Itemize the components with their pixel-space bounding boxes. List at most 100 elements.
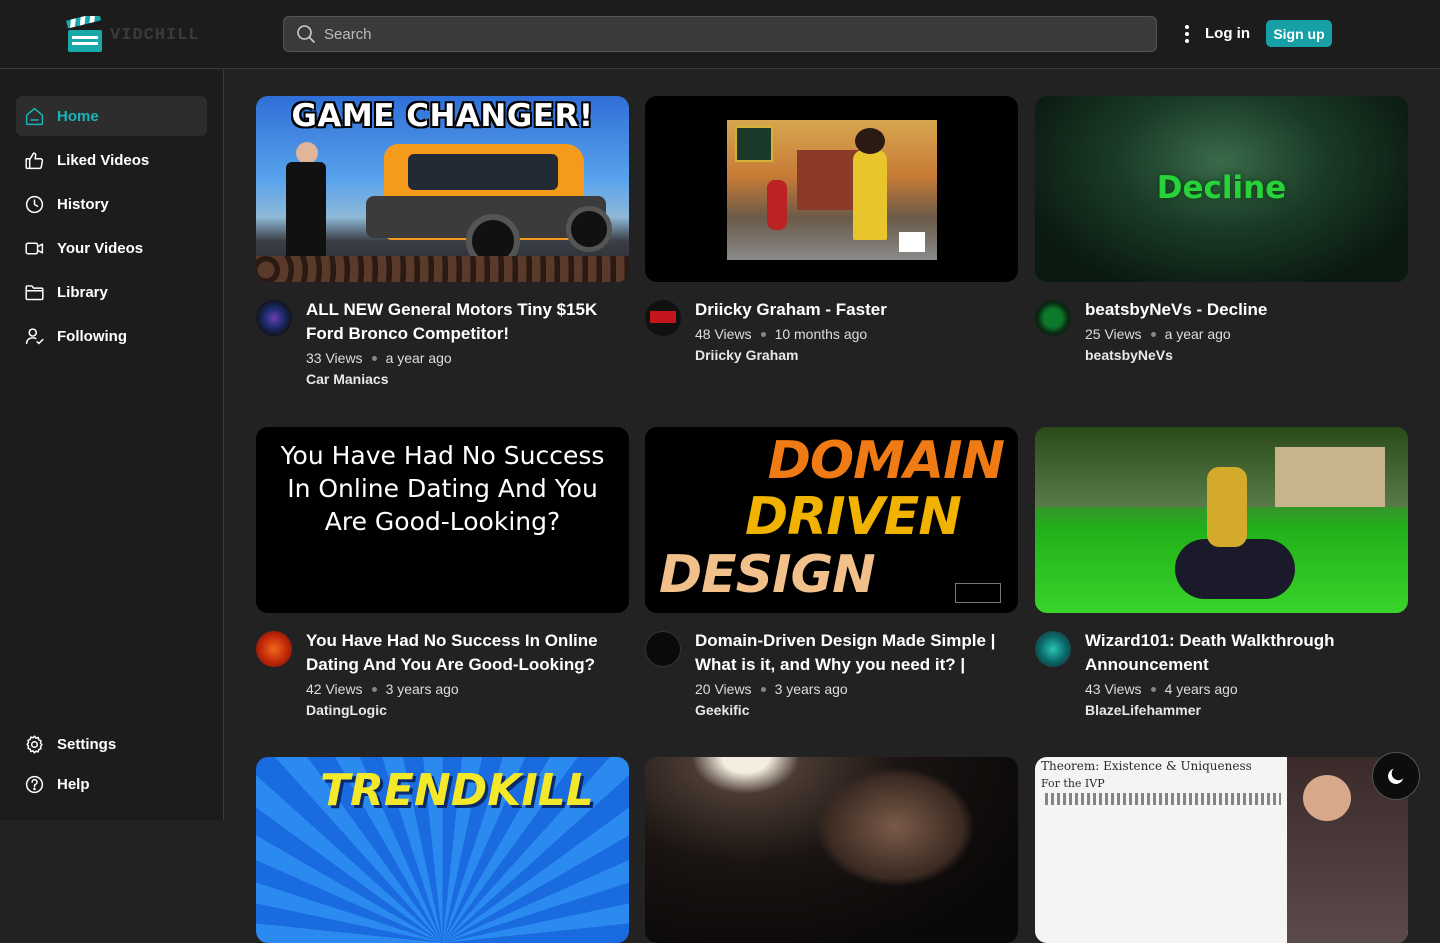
- video-meta: Domain-Driven Design Made Simple | What …: [645, 629, 1018, 718]
- search-input[interactable]: [324, 25, 1124, 43]
- video-stats: 43 Views 4 years ago: [1085, 681, 1408, 697]
- channel-name[interactable]: Car Maniacs: [306, 371, 629, 387]
- album-cover: [727, 120, 937, 260]
- video-card[interactable]: You Have Had No Success In Online Dating…: [256, 427, 629, 718]
- video-stats: 48 Views 10 months ago: [695, 326, 1018, 342]
- sidebar-item-label: Liked Videos: [57, 151, 150, 169]
- video-title[interactable]: beatsbyNeVs - Decline: [1085, 298, 1408, 322]
- video-card[interactable]: GAME CHANGER! ALL NEW General Motors Tin…: [256, 96, 629, 387]
- channel-name[interactable]: Driicky Graham: [695, 347, 1018, 363]
- channel-watermark: [955, 583, 1001, 603]
- thumbnail-caption: TRENDKILL: [320, 765, 594, 816]
- separator-dot: [760, 686, 766, 692]
- sidebar-item-your-videos[interactable]: Your Videos: [16, 228, 207, 268]
- sidebar-item-library[interactable]: Library: [16, 272, 207, 312]
- sidebar-item-label: Your Videos: [57, 239, 144, 257]
- separator-dot: [760, 331, 766, 337]
- video-thumbnail[interactable]: [645, 96, 1018, 282]
- channel-avatar[interactable]: [1035, 300, 1071, 336]
- sidebar-item-liked-videos[interactable]: Liked Videos: [16, 140, 207, 180]
- channel-avatar[interactable]: [645, 300, 681, 336]
- logo[interactable]: VIDCHILL: [66, 12, 200, 54]
- sidebar-item-label: Library: [57, 283, 108, 301]
- thumbnail-caption: You Have Had No Success In Online Dating…: [280, 441, 605, 536]
- upload-age: 3 years ago: [774, 681, 848, 697]
- separator-dot: [1150, 686, 1156, 692]
- signup-button[interactable]: Sign up: [1266, 20, 1332, 47]
- video-thumbnail[interactable]: TRENDKILL: [256, 757, 629, 943]
- more-options-icon[interactable]: [1178, 24, 1196, 44]
- thumbnail-subcaption: For the IVP: [1041, 777, 1105, 790]
- video-stats: 33 Views a year ago: [306, 350, 629, 366]
- gear-icon: [26, 734, 43, 754]
- sidebar-item-home[interactable]: Home: [16, 96, 207, 136]
- sidebar-item-settings[interactable]: Settings: [16, 724, 207, 764]
- moon-icon: [1388, 768, 1404, 784]
- video-title[interactable]: You Have Had No Success In Online Dating…: [306, 629, 629, 677]
- video-meta: beatsbyNeVs - Decline 25 Views a year ago…: [1035, 298, 1408, 363]
- video-meta: Wizard101: Death Walkthrough Announcemen…: [1035, 629, 1408, 718]
- video-title[interactable]: Wizard101: Death Walkthrough Announcemen…: [1085, 629, 1408, 677]
- channel-avatar[interactable]: [1035, 631, 1071, 667]
- separator-dot: [371, 355, 377, 361]
- channel-name[interactable]: DatingLogic: [306, 702, 629, 718]
- view-count: 43 Views: [1085, 681, 1142, 697]
- video-title[interactable]: Domain-Driven Design Made Simple | What …: [695, 629, 1018, 677]
- channel-name[interactable]: BlazeLifehammer: [1085, 702, 1408, 718]
- search-bar[interactable]: [283, 16, 1157, 52]
- sidebar-item-following[interactable]: Following: [16, 316, 207, 356]
- thumbnail-caption-line: DRIVEN: [745, 487, 962, 547]
- video-card[interactable]: Theorem: Existence & Uniqueness For the …: [1035, 757, 1408, 943]
- video-card[interactable]: DOMAIN DRIVEN DESIGN Domain-Driven Desig…: [645, 427, 1018, 718]
- video-title[interactable]: ALL NEW General Motors Tiny $15K Ford Br…: [306, 298, 629, 346]
- sidebar-item-history[interactable]: History: [16, 184, 207, 224]
- video-card[interactable]: Driicky Graham - Faster 48 Views 10 month…: [645, 96, 1018, 363]
- video-thumbnail[interactable]: You Have Had No Success In Online Dating…: [256, 427, 629, 613]
- search-icon: [297, 25, 315, 43]
- video-title[interactable]: Driicky Graham - Faster: [695, 298, 1018, 322]
- upload-age: a year ago: [385, 350, 452, 366]
- user-check-icon: [25, 327, 44, 345]
- video-card[interactable]: Wizard101: Death Walkthrough Announcemen…: [1035, 427, 1408, 718]
- thumbnail-caption: GAME CHANGER!: [291, 98, 594, 134]
- video-card[interactable]: [645, 757, 1018, 943]
- channel-name[interactable]: beatsbyNeVs: [1085, 347, 1408, 363]
- channel-name[interactable]: Geekific: [695, 702, 1018, 718]
- folder-icon: [25, 284, 44, 300]
- channel-avatar[interactable]: [256, 300, 292, 336]
- channel-avatar[interactable]: [256, 631, 292, 667]
- view-count: 25 Views: [1085, 326, 1142, 342]
- video-stats: 42 Views 3 years ago: [306, 681, 629, 697]
- video-thumbnail[interactable]: Decline: [1035, 96, 1408, 282]
- top-header: VIDCHILL Log in Sign up: [0, 0, 1440, 69]
- help-icon: [25, 775, 44, 793]
- sidebar-item-help[interactable]: Help: [16, 764, 207, 804]
- video-thumbnail[interactable]: [645, 757, 1018, 943]
- video-meta: Driicky Graham - Faster 48 Views 10 month…: [645, 298, 1018, 363]
- clapperboard-icon: [66, 12, 104, 54]
- video-card[interactable]: Decline beatsbyNeVs - Decline 25 Views a …: [1035, 96, 1408, 363]
- video-thumbnail[interactable]: DOMAIN DRIVEN DESIGN: [645, 427, 1018, 613]
- upload-age: 10 months ago: [774, 326, 868, 342]
- view-count: 20 Views: [695, 681, 752, 697]
- login-button[interactable]: Log in: [1205, 25, 1250, 42]
- video-thumbnail[interactable]: GAME CHANGER!: [256, 96, 629, 282]
- sidebar-item-label: History: [57, 195, 109, 213]
- video-meta: You Have Had No Success In Online Dating…: [256, 629, 629, 718]
- video-stats: 20 Views 3 years ago: [695, 681, 1018, 697]
- upload-age: 4 years ago: [1164, 681, 1238, 697]
- theme-toggle-button[interactable]: [1372, 752, 1420, 800]
- video-card[interactable]: TRENDKILL: [256, 757, 629, 943]
- separator-dot: [1150, 331, 1156, 337]
- channel-avatar[interactable]: [645, 631, 681, 667]
- history-icon: [25, 195, 44, 213]
- thumbnail-caption: Decline: [1156, 170, 1287, 206]
- thumbnail-caption-line: DESIGN: [659, 545, 876, 605]
- video-thumbnail[interactable]: Theorem: Existence & Uniqueness For the …: [1035, 757, 1408, 943]
- view-count: 42 Views: [306, 681, 363, 697]
- sidebar-item-label: Following: [57, 327, 127, 345]
- upload-age: a year ago: [1164, 326, 1231, 342]
- video-camera-icon: [25, 242, 44, 254]
- video-thumbnail[interactable]: [1035, 427, 1408, 613]
- sidebar-item-label: Home: [57, 107, 99, 125]
